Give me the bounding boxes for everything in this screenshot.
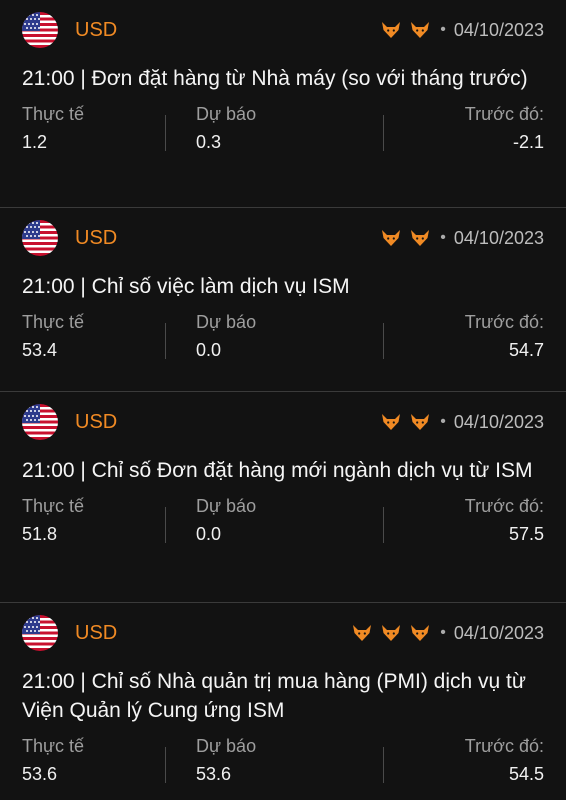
stat-divider [165, 115, 166, 151]
stat-divider [165, 507, 166, 543]
us-flag-icon [22, 12, 58, 48]
actual-stat: Thực tế 53.6 [22, 733, 196, 793]
event-meta: • 04/10/2023 [372, 228, 544, 249]
actual-label: Thực tế [22, 104, 85, 124]
actual-stat: Thực tế 51.8 [22, 493, 196, 553]
previous-label: Trước đó: [464, 104, 544, 124]
previous-stat: Trước đó: 54.5 [370, 733, 544, 793]
bull-icon [382, 230, 401, 246]
forecast-stat: Dự báo 0.0 [196, 493, 370, 553]
forecast-value: 0.0 [196, 340, 222, 360]
bull-icon [411, 230, 430, 246]
forecast-stat: Dự báo 0.0 [196, 309, 370, 369]
actual-value: 53.4 [22, 340, 58, 360]
event-card[interactable]: USD • 04/10/2023 21:00 | Đơn đặt hàng từ… [0, 0, 566, 208]
actual-label: Thực tế [22, 312, 85, 332]
actual-label: Thực tế [22, 736, 85, 756]
previous-label: Trước đó: [464, 736, 544, 756]
currency-label: USD [75, 226, 118, 249]
bull-icon [411, 22, 430, 38]
forecast-label: Dự báo [196, 312, 257, 332]
previous-stat: Trước đó: -2.1 [370, 101, 544, 161]
us-flag-icon [22, 220, 58, 256]
event-date: 04/10/2023 [453, 227, 544, 248]
forecast-stat: Dự báo 0.3 [196, 101, 370, 161]
previous-value: 54.5 [508, 764, 544, 784]
bull-icon [382, 22, 401, 38]
bull-icon [353, 625, 372, 641]
importance-indicator [372, 21, 430, 39]
currency-label: USD [75, 18, 118, 41]
forecast-value: 0.3 [196, 132, 222, 152]
previous-value: -2.1 [512, 132, 544, 152]
actual-stat: Thực tế 53.4 [22, 309, 196, 369]
event-header: USD • 04/10/2023 [22, 0, 544, 60]
separator-dot: • [440, 21, 446, 38]
event-meta: • 04/10/2023 [372, 20, 544, 41]
event-header: USD • 04/10/2023 [22, 208, 544, 268]
forecast-label: Dự báo [196, 496, 257, 516]
event-card[interactable]: USD • 04/10/2023 21:00 | Chỉ số Đơn đặt … [0, 392, 566, 603]
currency-label: USD [75, 410, 118, 433]
previous-stat: Trước đó: 57.5 [370, 493, 544, 553]
importance-indicator [372, 413, 430, 431]
event-title: 21:00 | Chỉ số Nhà quản trị mua hàng (PM… [22, 670, 526, 722]
event-title: 21:00 | Chỉ số Đơn đặt hàng mới ngành dị… [22, 459, 533, 482]
bull-icon [411, 625, 430, 641]
previous-label: Trước đó: [464, 312, 544, 332]
event-date: 04/10/2023 [453, 19, 544, 40]
forecast-label: Dự báo [196, 104, 257, 124]
stat-divider [165, 747, 166, 783]
previous-value: 54.7 [508, 340, 544, 360]
stat-divider [165, 323, 166, 359]
forecast-stat: Dự báo 53.6 [196, 733, 370, 793]
event-stats: Thực tế 53.4 Dự báo 0.0 Trước đó: 54.7 [22, 309, 544, 369]
actual-value: 1.2 [22, 132, 48, 152]
bull-icon [382, 625, 401, 641]
us-flag-icon [22, 404, 58, 440]
bull-icon [382, 414, 401, 430]
currency-label: USD [75, 621, 118, 644]
actual-stat: Thực tế 1.2 [22, 101, 196, 161]
economic-calendar-list: USD • 04/10/2023 21:00 | Đơn đặt hàng từ… [0, 0, 566, 800]
event-header: USD • 04/10/2023 [22, 603, 544, 663]
separator-dot: • [440, 413, 446, 430]
bull-icon [411, 414, 430, 430]
event-meta: • 04/10/2023 [343, 623, 544, 644]
event-date: 04/10/2023 [453, 622, 544, 643]
event-stats: Thực tế 51.8 Dự báo 0.0 Trước đó: 57.5 [22, 493, 544, 553]
importance-indicator [343, 624, 430, 642]
event-card[interactable]: USD • 04/10/2023 21:00 | Chỉ số Nhà quản… [0, 603, 566, 800]
separator-dot: • [440, 624, 446, 641]
actual-value: 53.6 [22, 764, 58, 784]
forecast-value: 53.6 [196, 764, 232, 784]
us-flag-icon [22, 615, 58, 651]
event-meta: • 04/10/2023 [372, 412, 544, 433]
event-header: USD • 04/10/2023 [22, 392, 544, 452]
importance-indicator [372, 229, 430, 247]
event-title: 21:00 | Đơn đặt hàng từ Nhà máy (so với … [22, 67, 528, 90]
forecast-value: 0.0 [196, 524, 222, 544]
actual-label: Thực tế [22, 496, 85, 516]
event-date: 04/10/2023 [453, 411, 544, 432]
previous-stat: Trước đó: 54.7 [370, 309, 544, 369]
forecast-label: Dự báo [196, 736, 257, 756]
separator-dot: • [440, 229, 446, 246]
actual-value: 51.8 [22, 524, 58, 544]
previous-label: Trước đó: [464, 496, 544, 516]
event-title: 21:00 | Chỉ số việc làm dịch vụ ISM [22, 275, 350, 298]
event-stats: Thực tế 53.6 Dự báo 53.6 Trước đó: 54.5 [22, 733, 544, 793]
event-stats: Thực tế 1.2 Dự báo 0.3 Trước đó: -2.1 [22, 101, 544, 161]
previous-value: 57.5 [508, 524, 544, 544]
event-card[interactable]: USD • 04/10/2023 21:00 | Chỉ số việc làm… [0, 208, 566, 392]
